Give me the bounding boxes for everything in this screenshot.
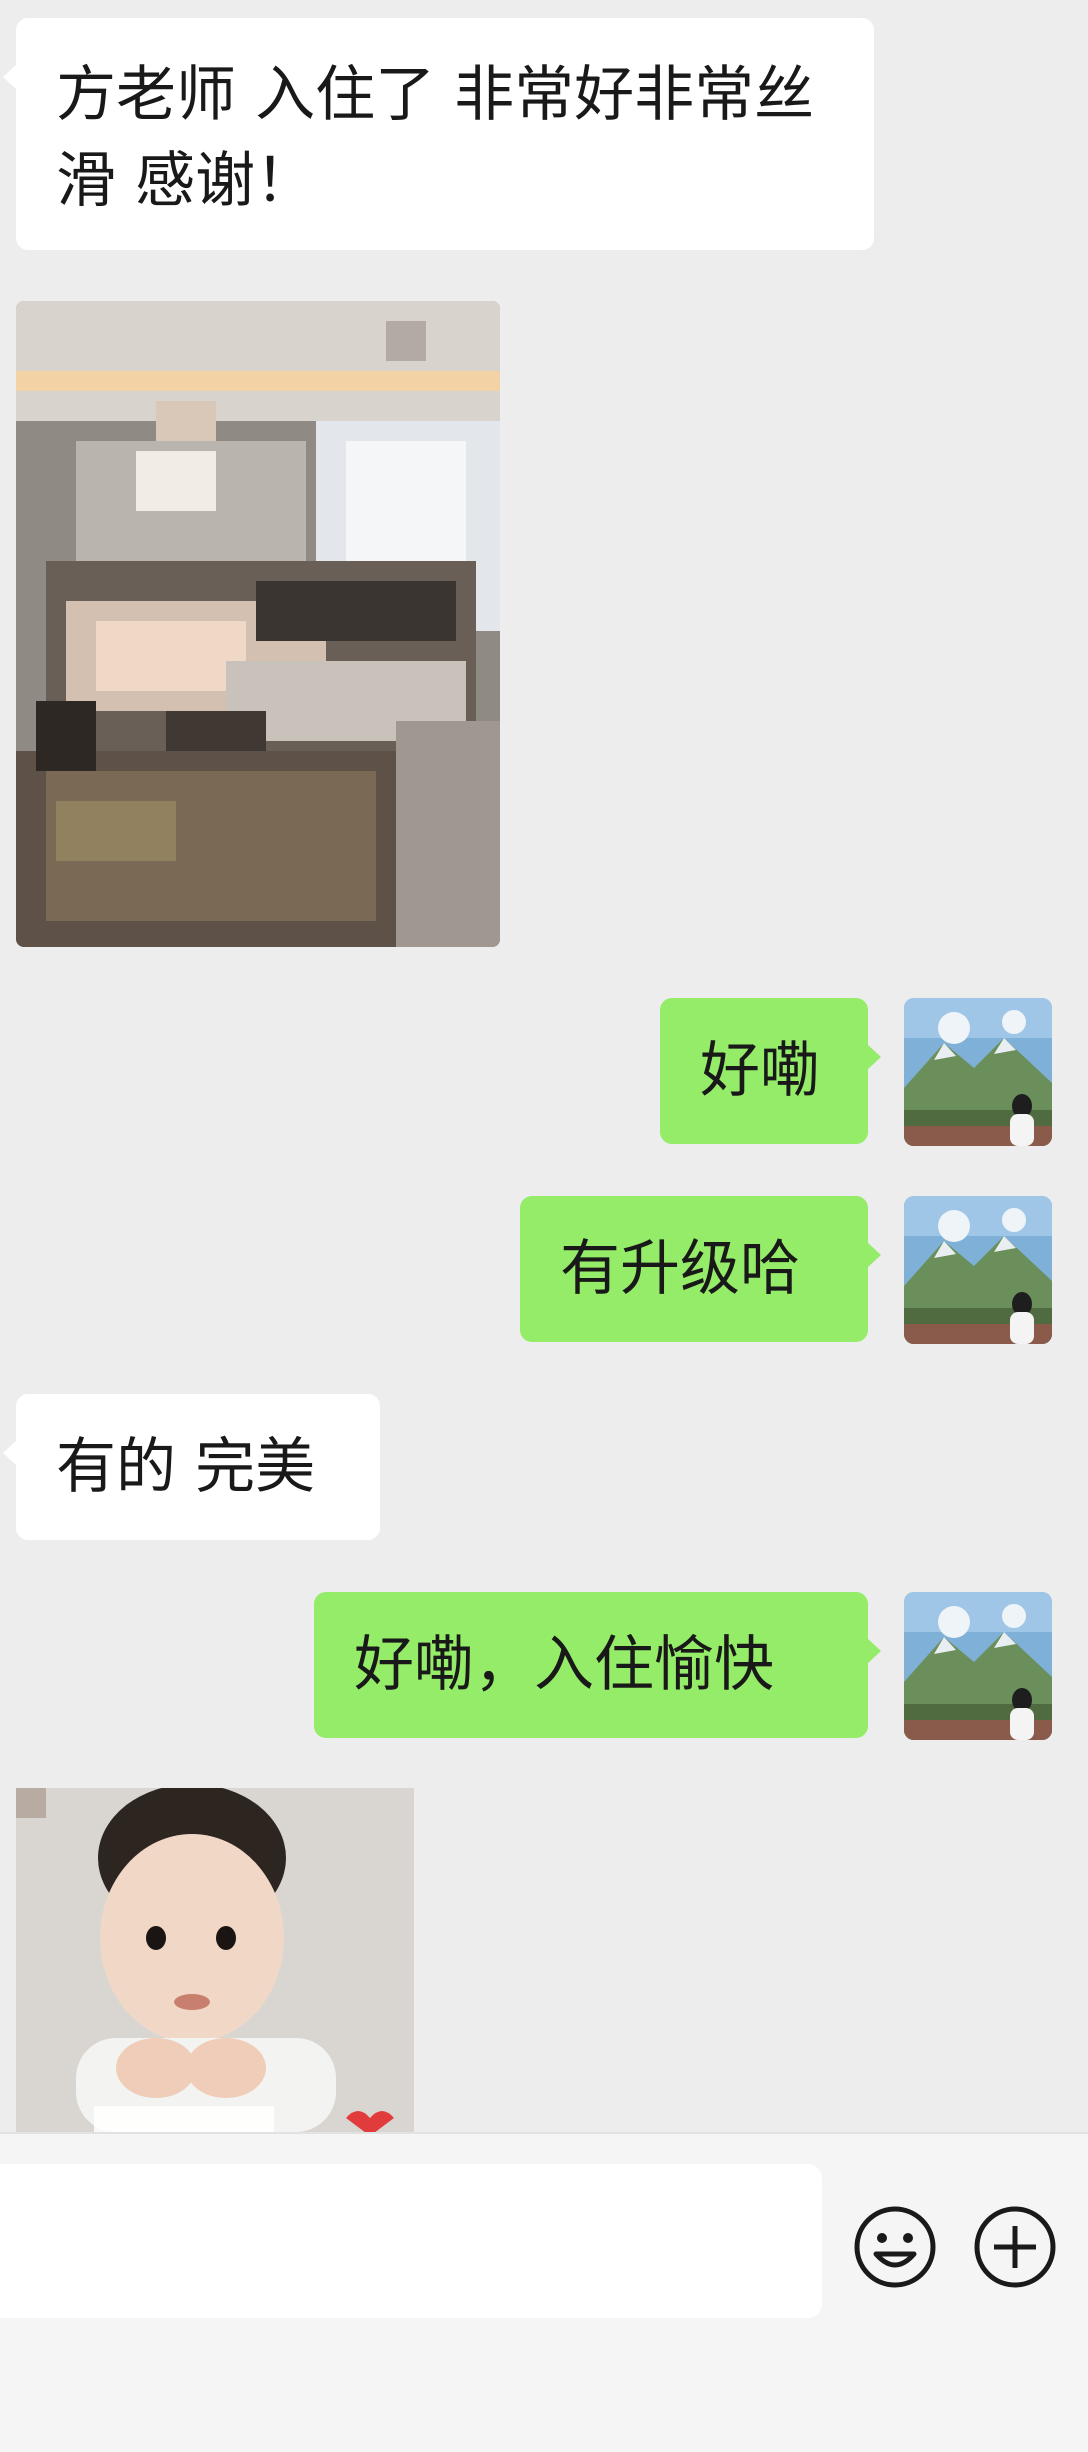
message-bubble-incoming[interactable]: 方老师 入住了 非常好非常丝滑 感谢！ bbox=[3, 18, 874, 250]
message-text: 好嘞 bbox=[700, 1036, 820, 1106]
avatar[interactable] bbox=[904, 998, 1052, 1146]
message-bubble-outgoing[interactable]: 有升级哈 bbox=[520, 1196, 881, 1342]
chat-area: 方老师 入住了 非常好非常丝滑 感谢！ 好嘞 有升级哈 有的 完美 好嘞，入住愉… bbox=[0, 0, 1088, 2132]
sticker-message[interactable] bbox=[16, 1788, 414, 2132]
message-bubble-outgoing[interactable]: 好嘞 bbox=[660, 998, 881, 1144]
message-text: 有的 完美 bbox=[56, 1432, 316, 1502]
avatar[interactable] bbox=[904, 1196, 1052, 1344]
message-bubble-incoming[interactable]: 有的 完美 bbox=[3, 1394, 380, 1540]
message-bubble-outgoing[interactable]: 好嘞，入住愉快 bbox=[314, 1592, 881, 1738]
avatar[interactable] bbox=[904, 1592, 1052, 1740]
chat-input-bar bbox=[0, 2132, 1088, 2452]
plus-icon[interactable] bbox=[972, 2204, 1058, 2290]
avatar-mountain-image bbox=[904, 1196, 1052, 1344]
message-text: 有升级哈 bbox=[560, 1234, 800, 1304]
emoji-icon[interactable] bbox=[852, 2204, 938, 2290]
blurred-room-photo bbox=[16, 301, 500, 947]
message-text: 方老师 入住了 非常好非常丝滑 感谢！ bbox=[56, 60, 815, 216]
avatar-mountain-image bbox=[904, 1592, 1052, 1740]
sticker-child-image bbox=[16, 1788, 414, 2132]
message-input[interactable] bbox=[0, 2164, 822, 2318]
message-text: 好嘞，入住愉快 bbox=[354, 1630, 774, 1700]
image-message[interactable] bbox=[16, 301, 500, 947]
avatar-mountain-image bbox=[904, 998, 1052, 1146]
